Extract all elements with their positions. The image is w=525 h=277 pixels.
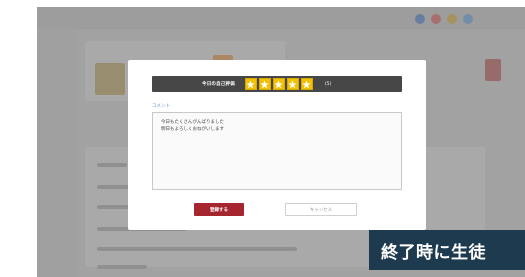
dialog-header: 今日の自己評価 (5) xyxy=(152,76,402,92)
star-icon[interactable] xyxy=(286,78,299,90)
dialog-title: 今日の自己評価 xyxy=(202,82,235,87)
star-icon[interactable] xyxy=(244,78,257,90)
star-icon[interactable] xyxy=(272,78,285,90)
comment-textarea[interactable]: 今日もたくさんがんばりました 明日もよろしくおねがいします xyxy=(152,112,402,190)
comment-label: コメント xyxy=(152,104,170,109)
caption-banner: 終了時に生徒 xyxy=(369,230,525,270)
self-evaluation-dialog: 今日の自己評価 (5) コメント 今日もたくさんがんばりました 明日もよろしくお… xyxy=(128,60,426,230)
register-button[interactable]: 登録する xyxy=(194,203,244,216)
star-rating[interactable] xyxy=(244,78,315,90)
star-icon[interactable] xyxy=(300,78,313,90)
cancel-button[interactable]: キャンセル xyxy=(285,203,357,216)
star-icon[interactable] xyxy=(258,78,271,90)
caption-text: 終了時に生徒 xyxy=(381,242,486,263)
rating-score: (5) xyxy=(324,81,332,87)
